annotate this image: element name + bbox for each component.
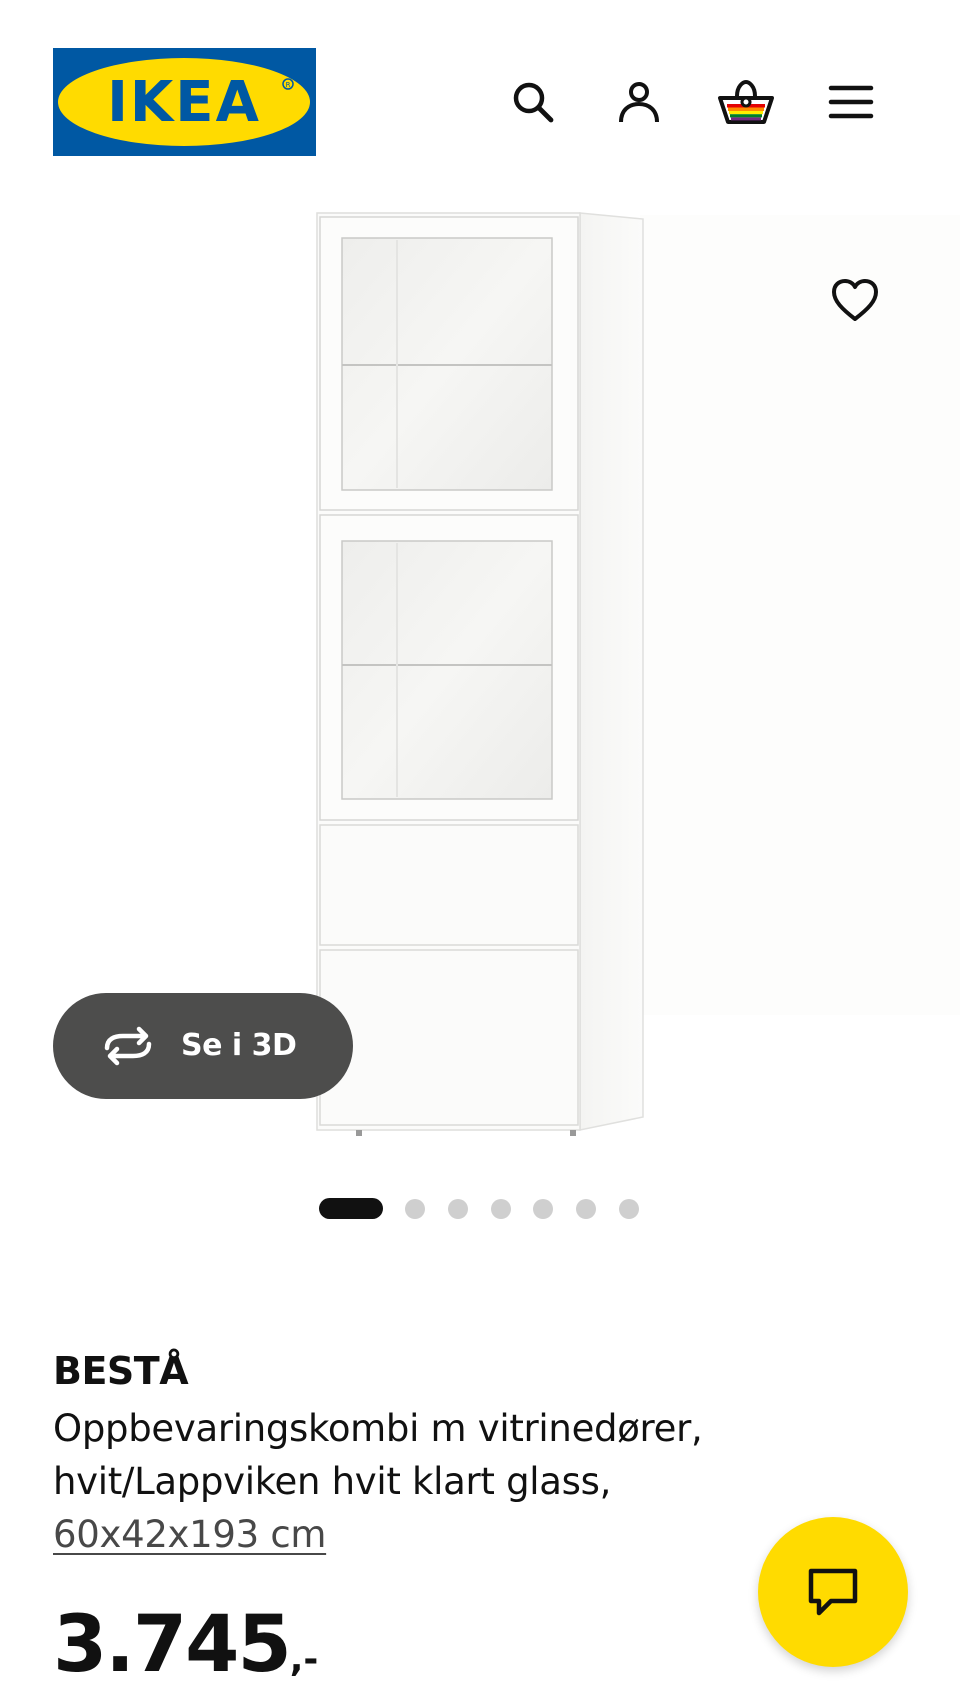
cart-button[interactable] bbox=[717, 78, 775, 126]
description-line-1: Oppbevaringskombi m vitrinedører, bbox=[53, 1407, 703, 1450]
account-button[interactable] bbox=[615, 78, 663, 126]
price-value: 3.745 bbox=[53, 1600, 292, 1690]
heart-icon bbox=[832, 279, 878, 321]
carousel-dot-5[interactable] bbox=[533, 1199, 553, 1219]
menu-icon bbox=[828, 85, 874, 119]
search-button[interactable] bbox=[509, 78, 557, 126]
description-line-2: hvit/Lappviken hvit klart glass, bbox=[53, 1460, 612, 1503]
product-price: 3.745,- bbox=[53, 1600, 318, 1704]
product-size-link[interactable]: 60x42x193 cm bbox=[53, 1513, 326, 1556]
search-icon bbox=[513, 82, 554, 123]
rotate-3d-icon bbox=[99, 1026, 157, 1070]
carousel-pagination bbox=[0, 1197, 960, 1219]
carousel-dot-4[interactable] bbox=[491, 1199, 511, 1219]
carousel-dot-7[interactable] bbox=[619, 1199, 639, 1219]
carousel-dot-6[interactable] bbox=[576, 1199, 596, 1219]
product-description: Oppbevaringskombi m vitrinedører, hvit/L… bbox=[53, 1402, 813, 1561]
carousel-dot-2[interactable] bbox=[405, 1199, 425, 1219]
add-to-favourites-button[interactable] bbox=[827, 272, 883, 328]
price-suffix: ,- bbox=[289, 1639, 319, 1680]
carousel-dot-3[interactable] bbox=[448, 1199, 468, 1219]
chat-button[interactable] bbox=[758, 1517, 908, 1667]
product-brand: BESTÅ bbox=[53, 1349, 189, 1393]
account-icon bbox=[619, 82, 659, 123]
svg-text:R: R bbox=[286, 81, 291, 89]
view-3d-button[interactable]: Se i 3D bbox=[53, 993, 353, 1099]
ikea-logo[interactable]: IKEA R bbox=[53, 48, 316, 156]
cart-icon bbox=[718, 79, 774, 124]
menu-button[interactable] bbox=[827, 78, 875, 126]
view-3d-label: Se i 3D bbox=[181, 1028, 297, 1063]
carousel-dot-1[interactable] bbox=[319, 1198, 383, 1219]
chat-icon bbox=[808, 1568, 858, 1616]
svg-text:IKEA: IKEA bbox=[107, 70, 261, 135]
